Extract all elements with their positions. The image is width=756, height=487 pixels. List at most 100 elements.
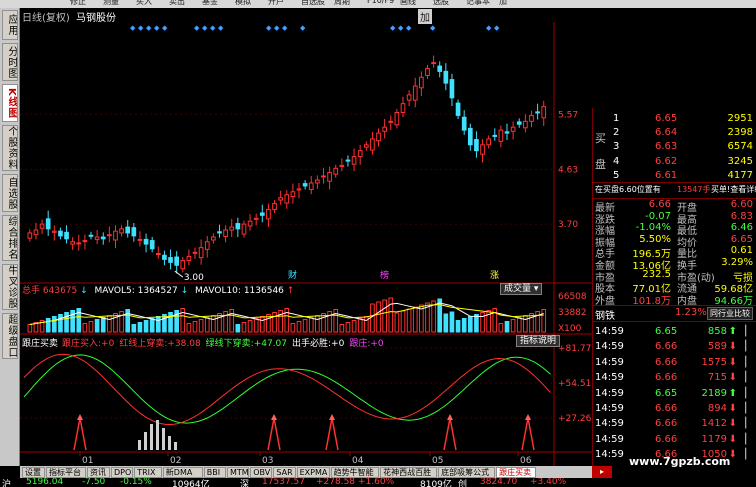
candle-body (155, 253, 161, 255)
bid-price: 6.65 (655, 113, 678, 124)
bid-volume: 2398 (727, 127, 753, 139)
date-tick-label: 06 (520, 456, 532, 466)
menu-item[interactable]: 测量 (103, 0, 119, 7)
candle-body (100, 236, 106, 240)
candle-body (327, 171, 332, 182)
indicator-tab[interactable]: 花神西战百胜 (380, 467, 438, 478)
indicator-tab[interactable]: MTM (227, 467, 250, 478)
volume-bar (198, 319, 204, 333)
diamond-signal-icon: ◆ (398, 24, 405, 32)
mavol5-label: MAVOL5: (94, 286, 135, 296)
indicator-help-button[interactable]: 指标说明 (516, 335, 561, 347)
menu-item[interactable]: 记事本 (466, 0, 490, 7)
menu-item[interactable]: 模拟 (235, 0, 251, 7)
quote-stat-row: 振幅 5.50% 均价 6.65 (593, 234, 756, 249)
indicator-tab[interactable]: 跟庄买卖 (496, 467, 537, 478)
mavol5-arrow-icon: ↓ (180, 286, 189, 296)
menu-item[interactable]: 开户 (268, 0, 284, 7)
price-tick-label: 5.57 (558, 110, 578, 120)
indicator-tab[interactable]: OBV (250, 467, 273, 478)
sector-row[interactable]: 钢铁 1.23% 同行业比较 (593, 306, 756, 322)
candle-body (82, 240, 88, 243)
left-tab-7[interactable]: 牛叉诊股 (2, 264, 18, 310)
tick-price: 6.65 (655, 387, 678, 399)
diamond-signal-icon: ◆ (194, 24, 201, 32)
left-tab-1[interactable]: 应用 (2, 10, 18, 40)
left-tab-2[interactable]: 分时图 (2, 43, 18, 81)
stock-chart[interactable]: 5.57 4.63 3.70 3.00 财 榜 涨 66508 33882 X100 +81.7… (20, 22, 592, 466)
volume-type-label: 成交量 (504, 284, 532, 294)
scroll-tab-arrow-icon[interactable]: ▸ (592, 466, 612, 478)
left-tab-6[interactable]: 综合排名 (2, 215, 18, 261)
tick-marker-icon: ▏ (745, 403, 753, 414)
spike-arrow-icon (77, 414, 83, 420)
bid-row[interactable]: 4 6.62 3245 (593, 155, 756, 169)
indicator-tab[interactable]: TRIX (134, 467, 162, 478)
diamond-signal-icon: ◆ (486, 24, 493, 32)
volume-bar (253, 318, 259, 333)
bid-row[interactable]: 5 6.61 4177 (593, 169, 756, 183)
diamond-signal-icon: ◆ (390, 24, 397, 32)
candle-body (419, 76, 424, 89)
menu-item[interactable]: 修正 (70, 0, 86, 7)
menu-item[interactable]: 选股 (433, 0, 449, 7)
order-alert-row[interactable]: 在买盘6.60位置有 13547手买单!查看详细 (593, 183, 756, 197)
menu-item[interactable]: 加 (499, 0, 507, 7)
indicator-tab[interactable]: 趋势牛智能 (330, 467, 380, 478)
bid-row[interactable]: 1 6.65 2951 (593, 112, 756, 126)
date-tick-label: 03 (262, 456, 273, 466)
volume-value: 643675 (42, 286, 78, 296)
indicator-tab[interactable]: 新DMA (162, 467, 203, 478)
left-tab-8[interactable]: 超级盘口 (2, 313, 18, 359)
indicator-tab[interactable]: EXPMA (296, 467, 330, 478)
menu-item[interactable]: 画线 (400, 0, 416, 7)
order-alert-link[interactable]: 买单!查看详细 (711, 184, 756, 195)
watermark-text: www.7gpzb.com (629, 455, 731, 468)
signal-bar (138, 440, 141, 450)
indicator-tab[interactable]: BBI (203, 467, 226, 478)
volume-bar (186, 323, 192, 333)
candle-body (76, 242, 82, 245)
indicator-tab[interactable]: 指标平台 (46, 467, 86, 478)
bid-row[interactable]: 3 6.63 6574 (593, 140, 756, 154)
menu-item[interactable]: 卖出 (169, 0, 185, 7)
candle-body (284, 194, 290, 204)
left-tab-5[interactable]: 自选股 (2, 174, 18, 212)
indicator-tab[interactable]: 资讯 (87, 467, 110, 478)
status-item: +3.40% (530, 478, 567, 487)
candle-body (45, 218, 51, 230)
direction-arrow-icon: ⬇ (728, 356, 737, 368)
left-tab-4[interactable]: 个股资料 (2, 125, 18, 171)
indicator-tab[interactable]: 设置 (22, 467, 45, 478)
candle-body (370, 138, 375, 151)
indicator-tab[interactable]: DPO (111, 467, 134, 478)
indicator-tab[interactable]: SAR (273, 467, 296, 478)
tick-marker-icon: ▏ (745, 433, 753, 445)
tick-marker-icon: ▏ (745, 449, 753, 461)
menu-item[interactable]: 买入 (136, 0, 152, 7)
candle-body (363, 144, 369, 148)
menu-item[interactable]: F10/F9 (367, 0, 394, 5)
volume-type-button[interactable]: 成交量 ▾ (500, 283, 543, 295)
direction-arrow-icon: ⬇ (728, 341, 737, 353)
status-item: 深 (240, 480, 250, 487)
indicator-tick-label: +81.77 (558, 344, 591, 354)
buy-spike (325, 417, 339, 451)
candle-body (302, 183, 308, 187)
menu-item[interactable]: 自选股 (301, 0, 325, 7)
peer-compare-button[interactable]: 同行业比较 (707, 307, 753, 320)
candle-body (308, 182, 314, 190)
status-item: 沪 (2, 480, 12, 487)
candle-body (529, 114, 534, 122)
indicator-tab[interactable]: 底部吸筹公式 (438, 467, 496, 478)
trade-tick-row: 14:59 6.66 1575 ⬇ ▏ (593, 356, 756, 370)
menu-item[interactable]: 周期 (334, 0, 350, 7)
volume-bar (345, 322, 351, 333)
candle-body (339, 164, 345, 168)
bid-row[interactable]: 2 6.64 2398 (593, 126, 756, 140)
tick-time: 14:59 (595, 433, 624, 445)
buy-spike (267, 417, 281, 451)
indicator-tabs: 设置 指标平台 资讯 DPO TRIX 新DMA BBI MTM OBV SAR EXPMA 趋势牛智… (20, 466, 612, 478)
menu-item[interactable]: 基金 (202, 0, 218, 7)
left-tab-3[interactable]: K线图 (2, 84, 18, 122)
